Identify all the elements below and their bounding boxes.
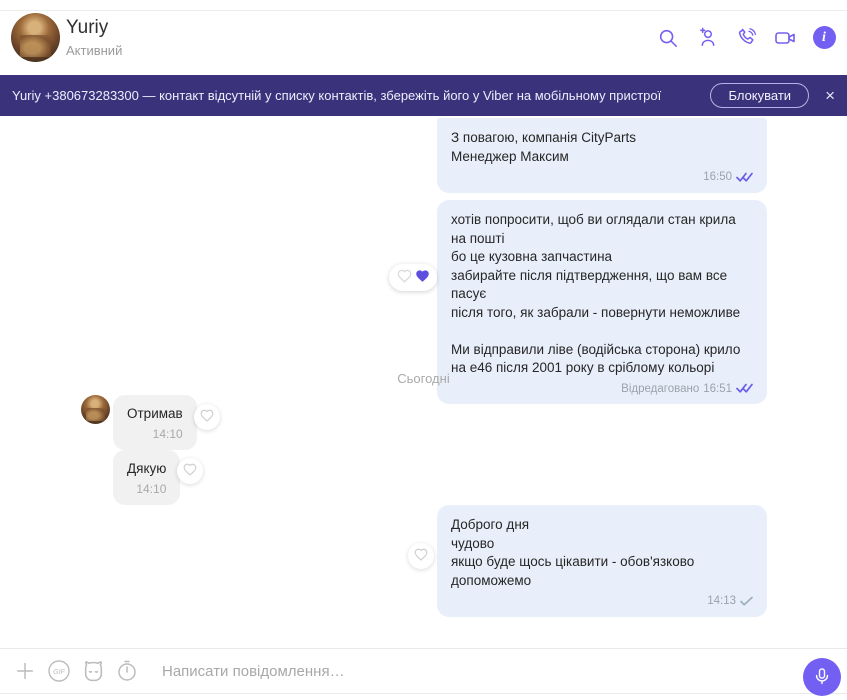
info-icon[interactable]: i [811,25,837,51]
unknown-contact-banner: Yuriy +380673283300 — контакт відсутній … [0,75,847,116]
add-contact-icon[interactable] [694,25,720,51]
heart-reaction-icon [415,269,430,286]
microphone-icon [812,666,832,689]
message-bubble-outgoing: Доброго дня чудово якщо буде щось цікави… [437,505,767,617]
search-icon[interactable] [655,25,681,51]
message-text: Доброго дня [451,517,530,532]
message-text: хотів попросити, щоб ви оглядали стан кр… [451,212,736,246]
message-input[interactable] [162,662,722,680]
contact-status: Активний [66,43,123,58]
message-text: після того, як забрали - повернути немож… [451,304,741,320]
heart-outline-icon [183,463,197,479]
microphone-button[interactable] [803,658,841,696]
block-button[interactable]: Блокувати [710,83,810,108]
message-text: якщо буде щось цікавити - обов'язково до… [451,554,695,588]
message-meta: 14:13 [451,592,753,611]
header-actions: i [655,0,837,75]
message-bubble-incoming: Отримав 14:10 [113,395,197,450]
message-meta: 16:50 [451,168,753,187]
read-double-check-icon [736,172,753,183]
video-call-icon[interactable] [772,25,798,51]
heart-outline-icon [414,548,428,564]
like-message-button[interactable] [194,404,220,430]
message-text: Дякую [127,461,167,476]
sent-check-icon [740,596,753,607]
message-time: 16:50 [703,171,732,183]
contact-avatar-small[interactable] [81,395,110,424]
voice-call-icon[interactable] [733,25,759,51]
message-text: забирайте після підтвердження, що вам вс… [451,267,728,302]
reaction-pill[interactable] [389,264,437,291]
like-message-button[interactable] [408,543,434,569]
message-time: 14:10 [152,426,183,441]
close-icon[interactable]: × [825,87,835,104]
message-text: бо це кузовна запчастина [451,249,613,264]
attach-icon[interactable] [12,658,38,684]
message-bubble-incoming: Дякую 14:10 [113,450,181,505]
sticker-icon[interactable] [80,658,106,684]
date-divider: Сьогодні [397,371,450,386]
message-text [451,322,753,341]
message-text: Отримав [127,406,183,421]
message-bubble-outgoing: З повагою, компанія CityParts Менеджер М… [437,118,767,193]
message-time: 14:10 [136,481,167,496]
message-composer: GIF [0,648,847,694]
banner-text: Yuriy +380673283300 — контакт відсутній … [12,88,662,103]
viber-chat-window: Yuriy Активний i Yuriy +380673283300 — к… [0,0,847,700]
heart-outline-icon [200,409,214,425]
heart-outline-icon [397,269,412,286]
message-time: 14:13 [707,595,736,607]
contact-name: Yuriy [66,17,109,38]
chat-header: Yuriy Активний i [0,0,847,75]
like-message-button[interactable] [177,458,203,484]
message-text: чудово [451,535,495,551]
contact-avatar[interactable] [11,13,60,62]
message-text: Менеджер Максим [451,148,569,164]
message-text: З повагою, компанія CityParts [451,130,636,145]
gif-icon[interactable]: GIF [46,658,72,684]
svg-text:GIF: GIF [53,669,65,676]
secret-timer-icon[interactable] [114,658,140,684]
